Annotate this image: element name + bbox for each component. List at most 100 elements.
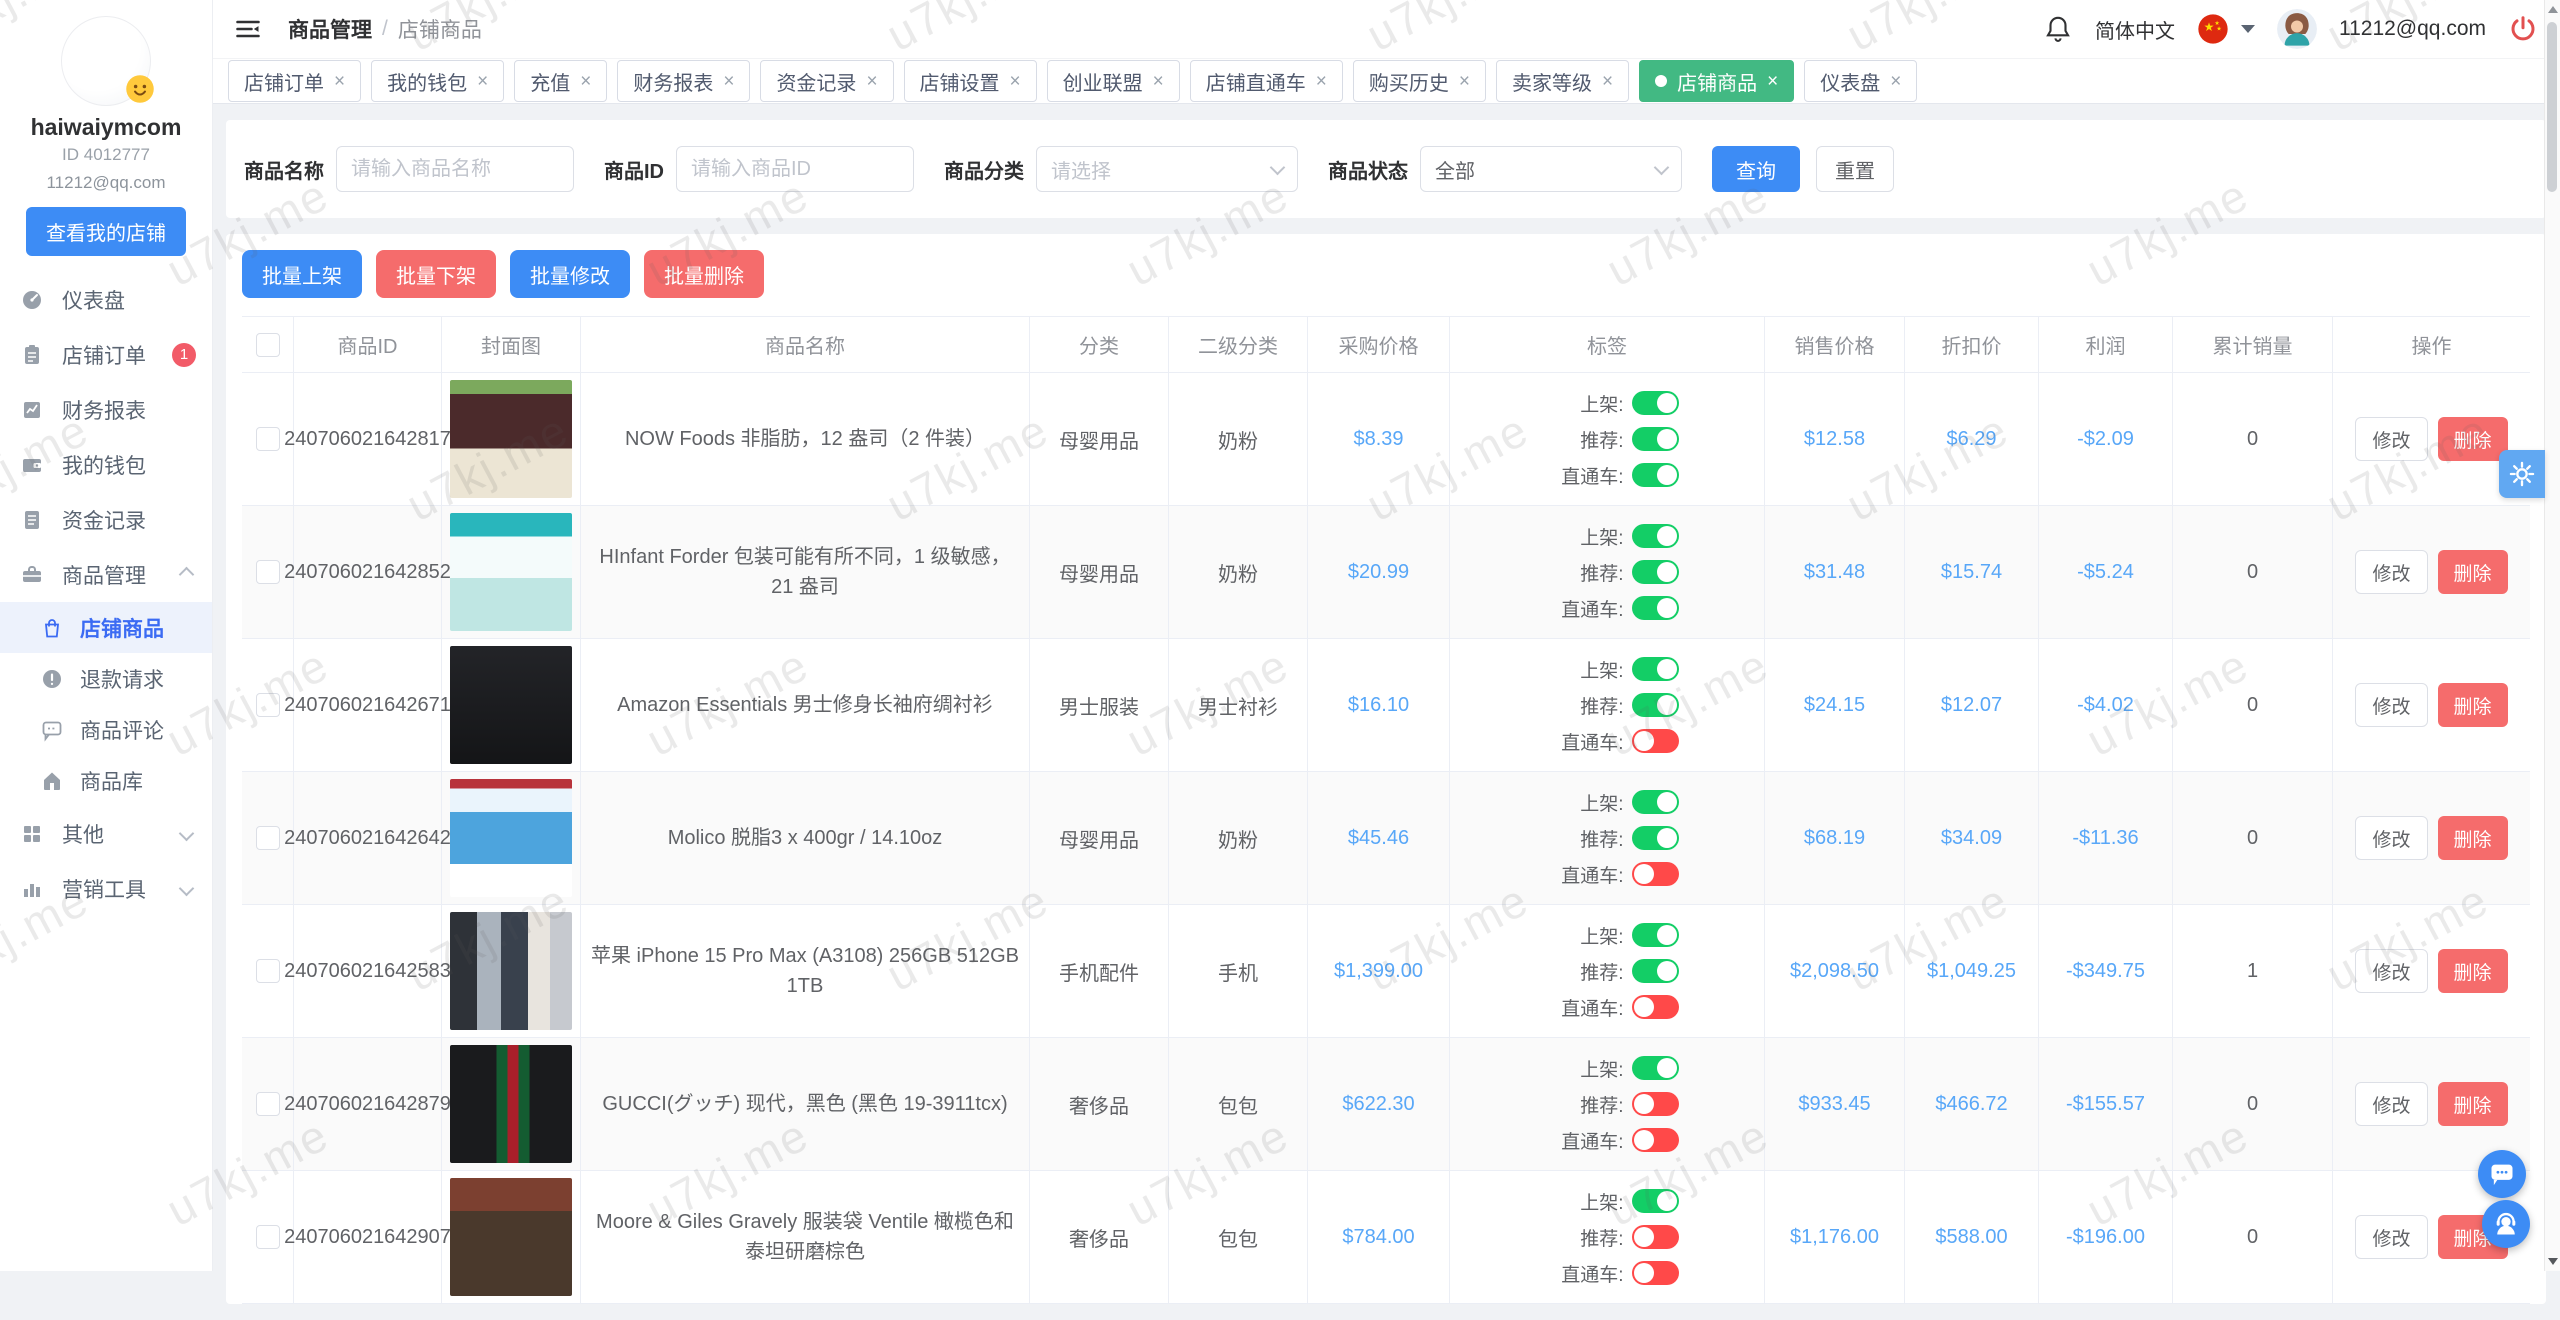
tab[interactable]: 店铺商品 × bbox=[1639, 60, 1794, 102]
customer-service-fab[interactable] bbox=[2482, 1200, 2530, 1248]
category-select[interactable]: 请选择 bbox=[1036, 146, 1298, 192]
product-id-input[interactable] bbox=[676, 146, 914, 192]
select-all-checkbox[interactable] bbox=[256, 333, 280, 357]
language-selector[interactable]: 简体中文 bbox=[2095, 15, 2175, 44]
recommend-toggle[interactable] bbox=[1632, 560, 1679, 584]
sidebar-item[interactable]: 财务报表 bbox=[0, 382, 212, 437]
delete-button[interactable]: 删除 bbox=[2438, 417, 2508, 461]
delete-button[interactable]: 删除 bbox=[2438, 949, 2508, 993]
tab-close-icon[interactable]: × bbox=[1459, 72, 1470, 91]
scrollbar-thumb[interactable] bbox=[2547, 22, 2557, 192]
row-checkbox[interactable] bbox=[256, 959, 280, 983]
tab[interactable]: 店铺订单 × bbox=[228, 60, 361, 102]
tab[interactable]: 充值 × bbox=[514, 60, 607, 102]
tab[interactable]: 卖家等级 × bbox=[1496, 60, 1629, 102]
tab-close-icon[interactable]: × bbox=[1767, 72, 1778, 91]
sidebar-item[interactable]: 其他 bbox=[0, 806, 212, 861]
edit-button[interactable]: 修改 bbox=[2355, 816, 2427, 860]
bulk-action-button[interactable]: 批量删除 bbox=[644, 250, 764, 298]
sidebar-subitem[interactable]: 商品库 bbox=[0, 755, 212, 806]
sidebar-subitem[interactable]: 退款请求 bbox=[0, 653, 212, 704]
sidebar-subitem[interactable]: 商品评论 bbox=[0, 704, 212, 755]
shelf-toggle[interactable] bbox=[1632, 391, 1679, 415]
tab[interactable]: 我的钱包 × bbox=[371, 60, 504, 102]
row-checkbox[interactable] bbox=[256, 1225, 280, 1249]
tab[interactable]: 仪表盘 × bbox=[1804, 60, 1917, 102]
sidebar-item[interactable]: 我的钱包 bbox=[0, 437, 212, 492]
row-checkbox[interactable] bbox=[256, 560, 280, 584]
tab[interactable]: 资金记录 × bbox=[760, 60, 893, 102]
china-flag-icon[interactable]: ★ ★ ★ bbox=[2197, 13, 2229, 45]
bulk-action-button[interactable]: 批量下架 bbox=[376, 250, 496, 298]
delete-button[interactable]: 删除 bbox=[2438, 1082, 2508, 1126]
tab[interactable]: 购买历史 × bbox=[1353, 60, 1486, 102]
shelf-toggle[interactable] bbox=[1632, 1056, 1679, 1080]
recommend-toggle[interactable] bbox=[1632, 959, 1679, 983]
tab-close-icon[interactable]: × bbox=[1010, 72, 1021, 91]
chat-fab[interactable] bbox=[2478, 1150, 2526, 1198]
row-checkbox[interactable] bbox=[256, 427, 280, 451]
tab[interactable]: 店铺直通车 × bbox=[1190, 60, 1343, 102]
tab-close-icon[interactable]: × bbox=[477, 72, 488, 91]
bulk-action-button[interactable]: 批量上架 bbox=[242, 250, 362, 298]
edit-button[interactable]: 修改 bbox=[2355, 949, 2427, 993]
status-select[interactable]: 全部 bbox=[1420, 146, 1682, 192]
view-shop-button[interactable]: 查看我的店铺 bbox=[26, 207, 186, 256]
sidebar-item[interactable]: 资金记录 bbox=[0, 492, 212, 547]
tab-close-icon[interactable]: × bbox=[1602, 72, 1613, 91]
shelf-toggle[interactable] bbox=[1632, 790, 1679, 814]
ptc-toggle[interactable] bbox=[1632, 729, 1679, 753]
ptc-toggle[interactable] bbox=[1632, 463, 1679, 487]
reset-button[interactable]: 重置 bbox=[1816, 146, 1894, 192]
tab[interactable]: 财务报表 × bbox=[617, 60, 750, 102]
tab-close-icon[interactable]: × bbox=[723, 72, 734, 91]
tab[interactable]: 创业联盟 × bbox=[1047, 60, 1180, 102]
delete-button[interactable]: 删除 bbox=[2438, 816, 2508, 860]
recommend-toggle[interactable] bbox=[1632, 1092, 1679, 1116]
recommend-toggle[interactable] bbox=[1632, 427, 1679, 451]
scroll-up-icon[interactable] bbox=[2548, 6, 2558, 13]
ptc-toggle[interactable] bbox=[1632, 862, 1679, 886]
logout-power-icon[interactable] bbox=[2508, 14, 2538, 44]
ptc-toggle[interactable] bbox=[1632, 1128, 1679, 1152]
shelf-toggle[interactable] bbox=[1632, 657, 1679, 681]
tab-close-icon[interactable]: × bbox=[1153, 72, 1164, 91]
tab-close-icon[interactable]: × bbox=[580, 72, 591, 91]
settings-fab[interactable] bbox=[2499, 450, 2545, 498]
sidebar-item[interactable]: 仪表盘 bbox=[0, 272, 212, 327]
product-name-input[interactable] bbox=[336, 146, 574, 192]
tab[interactable]: 店铺设置 × bbox=[904, 60, 1037, 102]
ptc-toggle[interactable] bbox=[1632, 1261, 1679, 1285]
account-avatar[interactable] bbox=[2277, 9, 2317, 49]
edit-button[interactable]: 修改 bbox=[2355, 683, 2427, 727]
bell-icon[interactable] bbox=[2043, 14, 2073, 44]
edit-button[interactable]: 修改 bbox=[2355, 550, 2427, 594]
bulk-action-button[interactable]: 批量修改 bbox=[510, 250, 630, 298]
delete-button[interactable]: 删除 bbox=[2438, 683, 2508, 727]
sidebar-subitem[interactable]: 店铺商品 bbox=[0, 602, 212, 653]
shelf-toggle[interactable] bbox=[1632, 923, 1679, 947]
row-checkbox[interactable] bbox=[256, 693, 280, 717]
row-checkbox[interactable] bbox=[256, 1092, 280, 1116]
shelf-toggle[interactable] bbox=[1632, 524, 1679, 548]
row-checkbox[interactable] bbox=[256, 826, 280, 850]
delete-button[interactable]: 删除 bbox=[2438, 550, 2508, 594]
edit-button[interactable]: 修改 bbox=[2355, 1215, 2427, 1259]
ptc-toggle[interactable] bbox=[1632, 596, 1679, 620]
sidebar-item[interactable]: 店铺订单 1 bbox=[0, 327, 212, 382]
tab-close-icon[interactable]: × bbox=[1316, 72, 1327, 91]
page-scrollbar[interactable] bbox=[2544, 0, 2560, 1271]
sidebar-item[interactable]: 商品管理 bbox=[0, 547, 212, 602]
breadcrumb-parent[interactable]: 商品管理 bbox=[288, 14, 372, 44]
recommend-toggle[interactable] bbox=[1632, 1225, 1679, 1249]
shelf-toggle[interactable] bbox=[1632, 1189, 1679, 1213]
tab-close-icon[interactable]: × bbox=[1890, 72, 1901, 91]
tab-close-icon[interactable]: × bbox=[334, 72, 345, 91]
menu-collapse-icon[interactable] bbox=[234, 15, 262, 43]
recommend-toggle[interactable] bbox=[1632, 826, 1679, 850]
tab-close-icon[interactable]: × bbox=[866, 72, 877, 91]
scroll-down-icon[interactable] bbox=[2548, 1258, 2558, 1265]
edit-button[interactable]: 修改 bbox=[2355, 1082, 2427, 1126]
search-button[interactable]: 查询 bbox=[1712, 146, 1800, 192]
sidebar-item[interactable]: 营销工具 bbox=[0, 861, 212, 916]
